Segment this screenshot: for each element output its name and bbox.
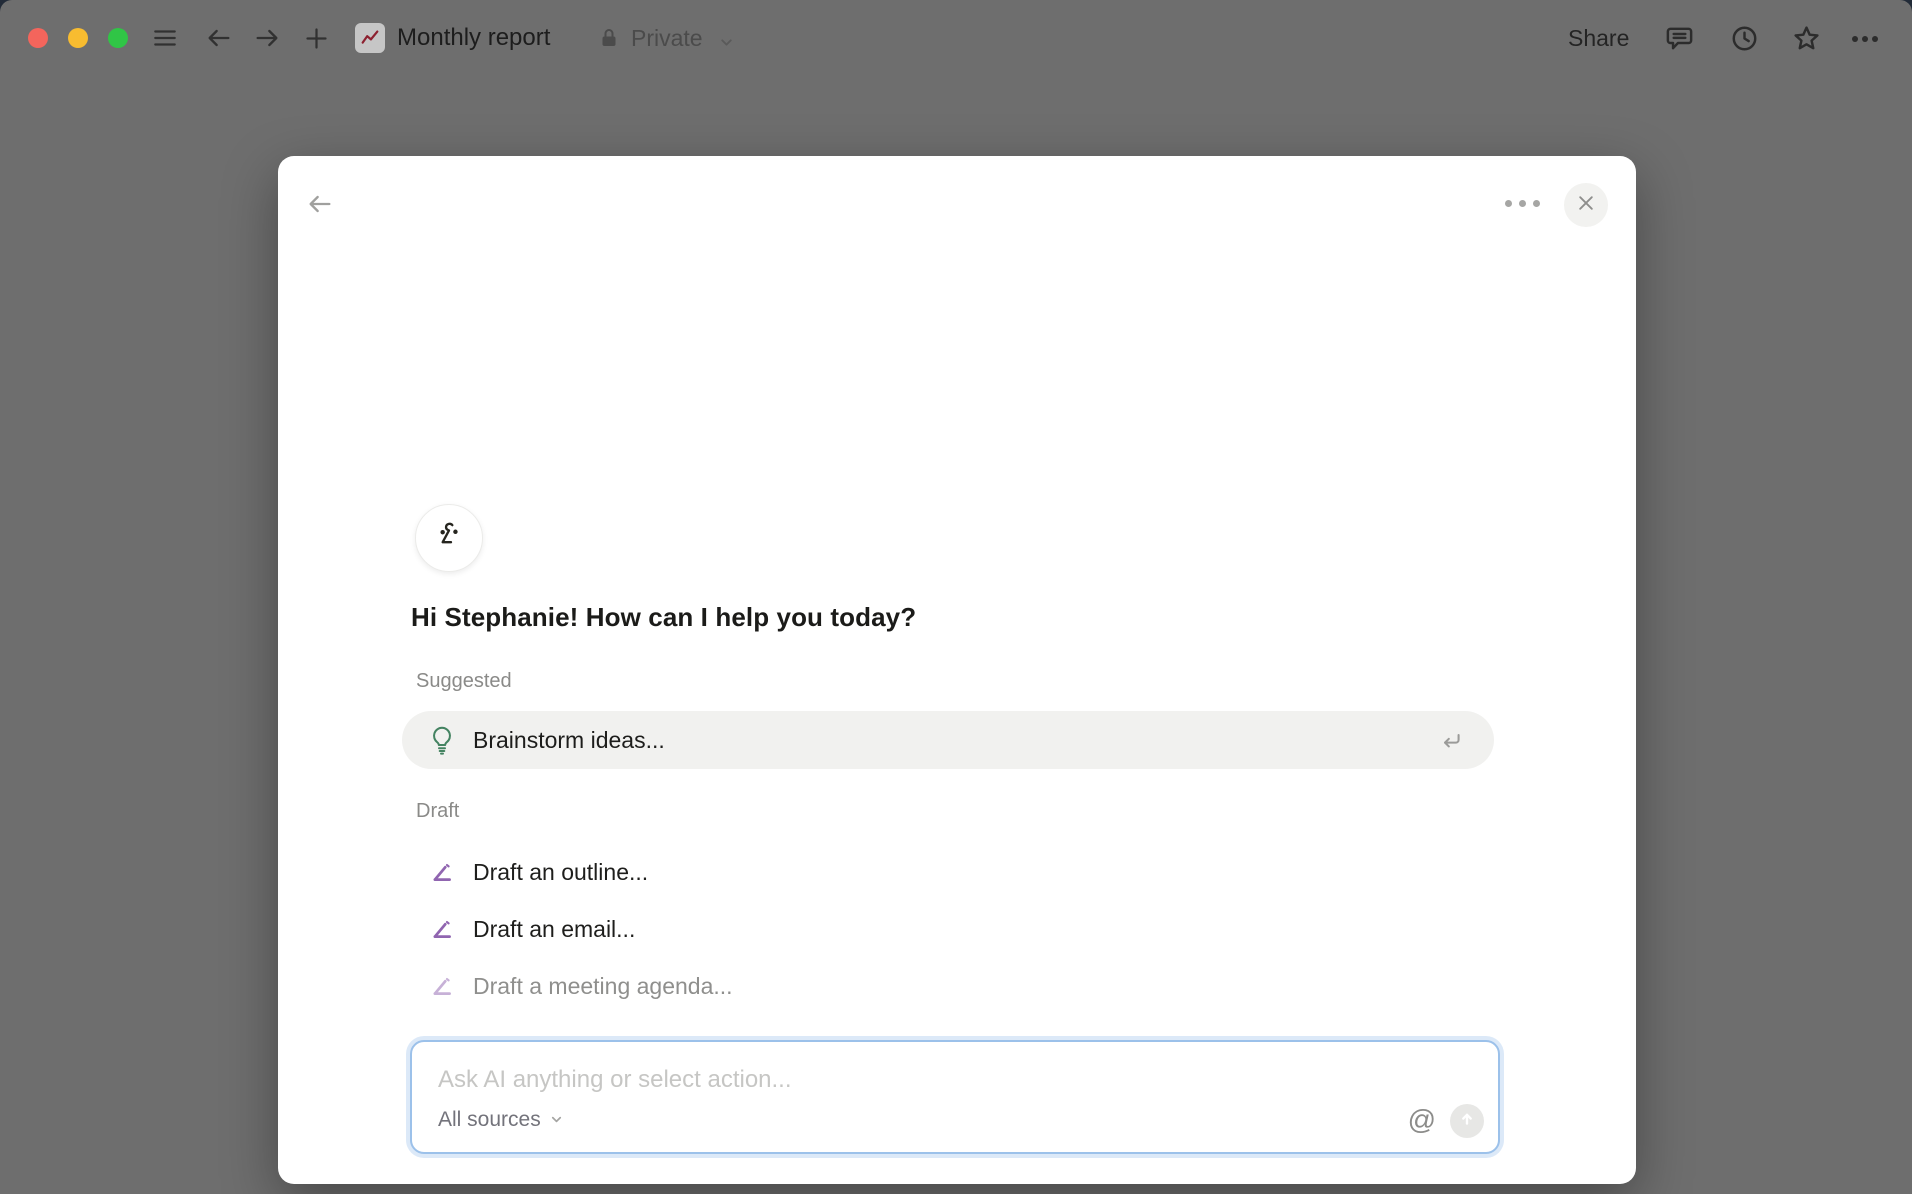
menu-icon bbox=[150, 25, 180, 51]
scope-label: All sources bbox=[438, 1108, 541, 1132]
ai-face-icon bbox=[429, 516, 469, 561]
new-page-icon bbox=[303, 25, 330, 52]
dialog-back-button[interactable] bbox=[306, 190, 334, 223]
more-ellipsis-icon bbox=[1505, 200, 1540, 207]
suggestion-brainstorm-ideas[interactable]: Brainstorm ideas... bbox=[402, 711, 1494, 769]
suggestion-label: Brainstorm ideas... bbox=[473, 727, 665, 754]
chart-page-icon bbox=[355, 23, 385, 53]
ai-face-avatar bbox=[415, 504, 483, 572]
favorite-star-icon bbox=[1791, 23, 1822, 54]
breadcrumb-page-title[interactable]: Monthly report bbox=[397, 24, 550, 52]
comments-icon bbox=[1664, 23, 1695, 54]
pencil-draft-icon bbox=[429, 857, 455, 887]
share-button[interactable]: Share bbox=[1568, 25, 1629, 52]
action-draft-an-outline[interactable]: Draft an outline... bbox=[402, 844, 1494, 900]
history-button[interactable] bbox=[1729, 23, 1760, 54]
favorite-button[interactable] bbox=[1791, 23, 1822, 54]
source-scope-selector[interactable]: All sources bbox=[438, 1108, 564, 1132]
history-clock-icon bbox=[1729, 23, 1760, 54]
ai-prompt-box: All sources @ bbox=[410, 1040, 1500, 1154]
section-label-draft: Draft bbox=[416, 800, 459, 823]
pencil-draft-icon bbox=[429, 971, 455, 1001]
ai-greeting-text: Hi Stephanie! How can I help you today? bbox=[411, 602, 916, 633]
arrow-up-icon bbox=[1457, 1109, 1477, 1134]
nav-forward-button[interactable] bbox=[253, 24, 281, 52]
chevron-down-icon bbox=[549, 1112, 564, 1132]
forward-icon bbox=[253, 24, 281, 52]
action-label: Draft an outline... bbox=[473, 859, 648, 886]
dialog-close-button[interactable] bbox=[1564, 183, 1608, 227]
ai-assistant-dialog: Hi Stephanie! How can I help you today? … bbox=[278, 156, 1636, 1184]
privacy-selector[interactable]: Private bbox=[631, 25, 703, 52]
pencil-draft-icon bbox=[429, 914, 455, 944]
action-draft-a-meeting-agenda[interactable]: Draft a meeting agenda... bbox=[402, 958, 1494, 1014]
new-page-button[interactable] bbox=[303, 25, 330, 52]
traffic-light-minimize-button[interactable] bbox=[68, 28, 88, 48]
more-ellipsis-icon bbox=[1850, 34, 1880, 44]
back-icon bbox=[306, 205, 334, 222]
traffic-light-close-button[interactable] bbox=[28, 28, 48, 48]
at-sign-icon: @ bbox=[1408, 1104, 1436, 1135]
section-label-suggested: Suggested bbox=[416, 670, 512, 693]
action-label: Draft an email... bbox=[473, 916, 635, 943]
close-icon bbox=[1576, 193, 1596, 218]
action-label: Draft a meeting agenda... bbox=[473, 973, 733, 1000]
mention-button[interactable]: @ bbox=[1408, 1104, 1436, 1136]
send-button[interactable] bbox=[1450, 1104, 1484, 1138]
dimmed-app-background: Monthly report Private Share bbox=[0, 0, 1912, 1194]
lightbulb-icon bbox=[429, 725, 455, 755]
sidebar-menu-button[interactable] bbox=[150, 25, 180, 51]
enter-key-icon bbox=[1438, 728, 1464, 759]
traffic-light-zoom-button[interactable] bbox=[108, 28, 128, 48]
action-draft-an-email[interactable]: Draft an email... bbox=[402, 901, 1494, 957]
dialog-more-button[interactable] bbox=[1505, 200, 1540, 207]
more-options-button[interactable] bbox=[1850, 34, 1880, 44]
chevron-down-icon bbox=[718, 34, 735, 51]
back-icon bbox=[205, 24, 233, 52]
ai-prompt-input[interactable] bbox=[438, 1060, 1238, 1100]
window-title-bar: Monthly report Private Share bbox=[0, 0, 1912, 76]
nav-back-button[interactable] bbox=[205, 24, 233, 52]
comments-button[interactable] bbox=[1664, 23, 1695, 54]
lock-icon bbox=[597, 26, 621, 50]
